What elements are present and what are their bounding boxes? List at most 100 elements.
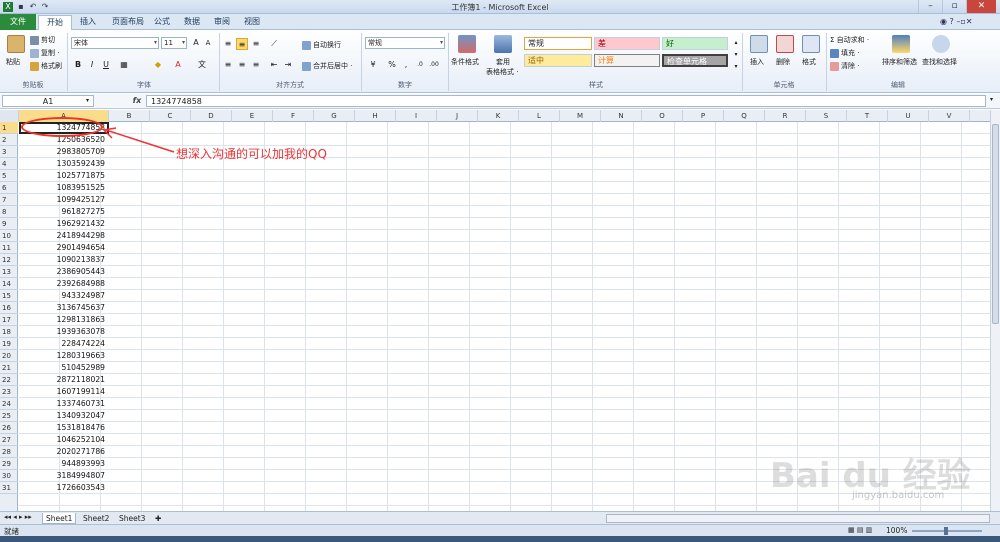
column-header-g[interactable]: G (314, 110, 355, 122)
cell-a[interactable]: 1046252104 (19, 434, 109, 446)
sort-filter-button[interactable]: 排序和筛选 (882, 57, 917, 67)
vertical-scrollbar[interactable] (990, 110, 1000, 511)
row-header[interactable]: 28 (0, 446, 18, 458)
row-header[interactable]: 6 (0, 182, 18, 194)
fill-button[interactable]: 填充 · (830, 48, 859, 58)
cell-a[interactable]: 1025771875 (19, 170, 109, 182)
column-header-u[interactable]: U (888, 110, 929, 122)
restore-button[interactable]: ▫ (942, 0, 966, 13)
styles-scroll-down-icon[interactable]: ▾ (730, 49, 742, 61)
row-header[interactable]: 5 (0, 170, 18, 182)
cell-a[interactable]: 1337460731 (19, 398, 109, 410)
row-header[interactable]: 21 (0, 362, 18, 374)
cell-a[interactable]: 1531818476 (19, 422, 109, 434)
row-header[interactable]: 13 (0, 266, 18, 278)
row-header[interactable]: 10 (0, 230, 18, 242)
cell-a[interactable]: 1083951525 (19, 182, 109, 194)
name-box-dropdown-icon[interactable]: ▾ (86, 97, 89, 104)
cell-a[interactable]: 1090213837 (19, 254, 109, 266)
column-header-c[interactable]: C (150, 110, 191, 122)
cut-button[interactable]: 剪切 (30, 35, 55, 45)
help-icon[interactable]: ◉ ? –▫✕ (940, 17, 972, 26)
name-box[interactable]: A1 (2, 95, 94, 107)
wrap-text-button[interactable]: 自动换行 (302, 40, 341, 50)
shrink-font-button[interactable]: A (202, 37, 214, 49)
sheet-tab-3[interactable]: Sheet3 (116, 513, 148, 524)
select-all-corner[interactable] (0, 110, 19, 122)
cell-a[interactable]: 1726603543 (19, 482, 109, 494)
tab-view[interactable]: 视图 (236, 15, 268, 30)
insert-function-icon[interactable]: fx (130, 94, 144, 108)
cell-a[interactable]: 510452989 (19, 362, 109, 374)
tab-home[interactable]: 开始 (38, 15, 72, 30)
conditional-format-icon[interactable] (458, 35, 476, 53)
tab-review[interactable]: 审阅 (206, 15, 238, 30)
comma-button[interactable]: , (400, 59, 412, 71)
horizontal-scrollbar[interactable] (606, 514, 990, 523)
align-top-button[interactable]: ≡ (222, 38, 234, 50)
column-header-k[interactable]: K (478, 110, 519, 122)
row-header[interactable]: 27 (0, 434, 18, 446)
cell-a[interactable]: 1303592439 (19, 158, 109, 170)
copy-button[interactable]: 复制 · (30, 48, 59, 58)
row-header[interactable]: 23 (0, 386, 18, 398)
cell-a[interactable]: 2392684988 (19, 278, 109, 290)
cell-a[interactable]: 1099425127 (19, 194, 109, 206)
paste-button[interactable]: 粘贴 (6, 57, 20, 67)
style-check-cell[interactable]: 检查单元格 (662, 54, 728, 67)
row-header[interactable]: 8 (0, 206, 18, 218)
row-header[interactable]: 3 (0, 146, 18, 158)
cell-a[interactable]: 1298131863 (19, 314, 109, 326)
outdent-button[interactable]: ⇥ (282, 59, 294, 71)
row-header[interactable]: 31 (0, 482, 18, 494)
align-bottom-button[interactable]: ≡ (250, 38, 262, 50)
cell-a[interactable]: 3136745637 (19, 302, 109, 314)
cell-a[interactable]: 1962921432 (19, 218, 109, 230)
format-cells-button[interactable]: 格式 (802, 57, 816, 67)
cell-a[interactable]: 2872118021 (19, 374, 109, 386)
expand-formula-icon[interactable]: ▾ (990, 96, 993, 103)
number-format-select[interactable]: 常规 ▾ (365, 37, 445, 49)
percent-button[interactable]: % (386, 59, 398, 71)
column-header-q[interactable]: Q (724, 110, 765, 122)
column-header-l[interactable]: L (519, 110, 560, 122)
view-buttons[interactable]: ▦ ▤ ▥ (848, 526, 872, 534)
tab-page-layout[interactable]: 页面布局 (104, 15, 152, 30)
styles-more-icon[interactable]: ▾ (730, 61, 742, 73)
border-button[interactable]: ▦ (118, 59, 130, 71)
cell-a[interactable]: 943324987 (19, 290, 109, 302)
cell-a[interactable]: 1340932047 (19, 410, 109, 422)
style-neutral[interactable]: 适中 (524, 54, 592, 67)
conditional-format-button[interactable]: 条件格式 (451, 57, 479, 67)
row-header[interactable]: 16 (0, 302, 18, 314)
row-header[interactable]: 1 (0, 122, 18, 134)
row-header[interactable]: 30 (0, 470, 18, 482)
column-header-h[interactable]: H (355, 110, 396, 122)
row-header[interactable]: 26 (0, 422, 18, 434)
font-color-button[interactable]: A (172, 59, 184, 71)
font-size-select[interactable]: 11 ▾ (161, 37, 187, 49)
format-as-table-button[interactable]: 套用 (496, 57, 510, 67)
italic-button[interactable]: I (86, 59, 98, 71)
close-button[interactable]: ✕ (966, 0, 996, 13)
row-header[interactable]: 12 (0, 254, 18, 266)
cell-a[interactable]: 2901494654 (19, 242, 109, 254)
zoom-slider-thumb[interactable] (944, 527, 948, 535)
column-header-b[interactable]: B (109, 110, 150, 122)
insert-sheet-icon[interactable]: ✚ (152, 513, 164, 524)
font-name-select[interactable]: 宋体 ▾ (71, 37, 159, 49)
grow-font-button[interactable]: A (190, 37, 202, 49)
paste-icon[interactable] (7, 35, 25, 53)
align-center-button[interactable]: ≡ (236, 59, 248, 71)
delete-cells-icon[interactable] (776, 35, 794, 53)
fill-color-button[interactable]: ◆ (152, 59, 164, 71)
bold-button[interactable]: B (72, 59, 84, 71)
format-as-table-icon[interactable] (494, 35, 512, 53)
row-header[interactable]: 29 (0, 458, 18, 470)
format-painter-button[interactable]: 格式刷 (30, 61, 62, 71)
delete-cells-button[interactable]: 删除 (776, 57, 790, 67)
binoculars-icon[interactable] (932, 35, 950, 53)
format-cells-icon[interactable] (802, 35, 820, 53)
column-header-d[interactable]: D (191, 110, 232, 122)
cell-a[interactable]: 2020271786 (19, 446, 109, 458)
